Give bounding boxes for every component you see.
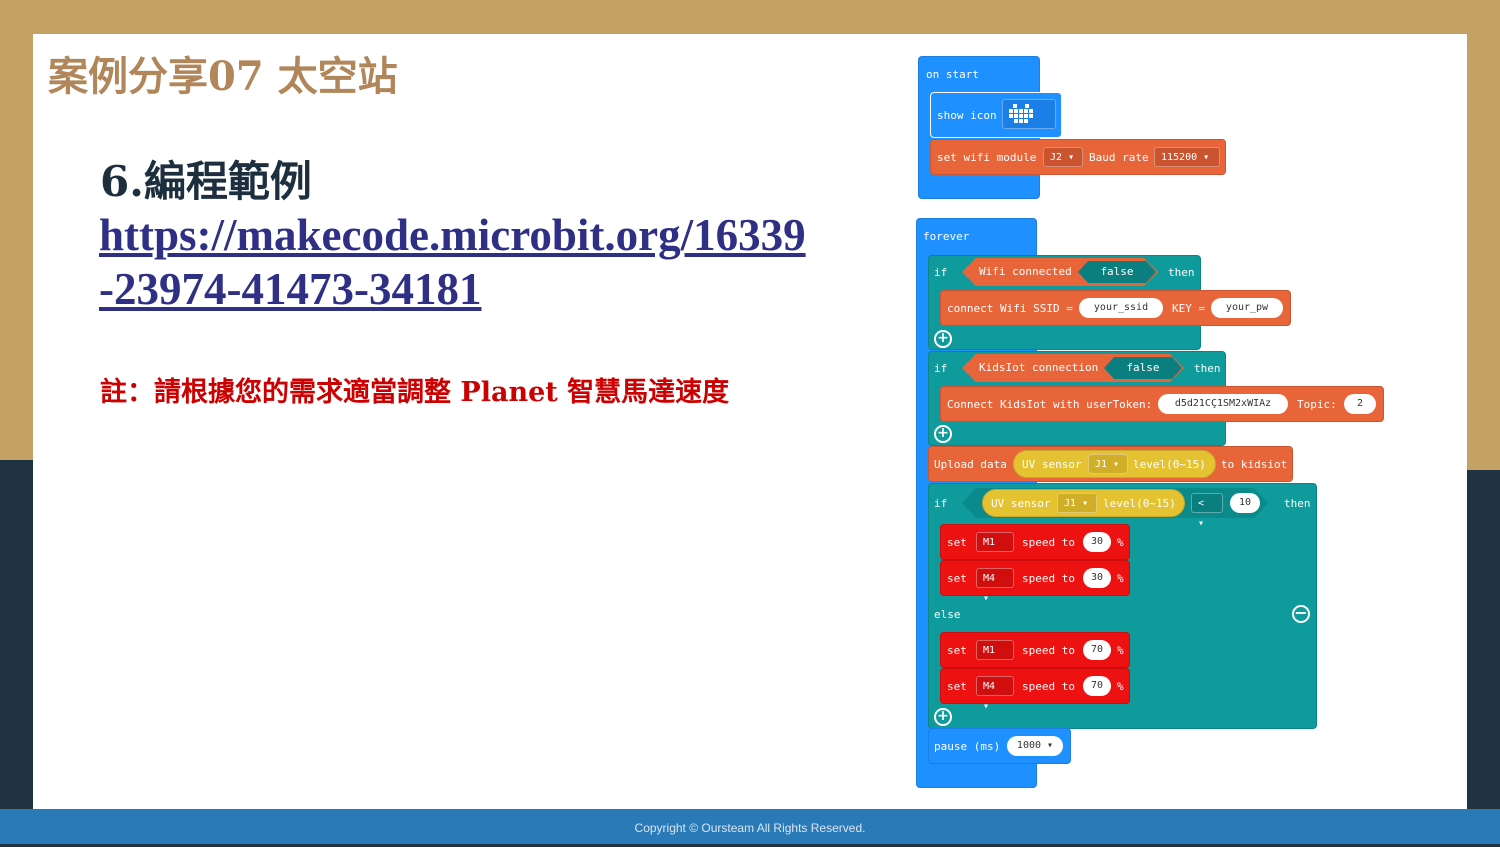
uv-port-dropdown-2[interactable]: J1 ▾	[1057, 493, 1097, 513]
set-label: set	[947, 536, 967, 549]
false-value-2[interactable]: false	[1104, 357, 1182, 379]
speed-to-label: speed to	[1022, 572, 1075, 585]
show-icon-label: show icon	[937, 109, 997, 122]
connect-wifi-label: connect Wifi SSID =	[947, 302, 1073, 315]
then-label: then	[1284, 497, 1311, 510]
forever-label: forever	[923, 230, 970, 243]
percent-label: %	[1117, 680, 1124, 693]
adjust-note: 註：請根據您的需求適當調整 Planet 智慧馬達速度	[100, 377, 730, 408]
key-label: KEY =	[1172, 302, 1206, 315]
topic-input[interactable]: 2	[1344, 394, 1376, 414]
percent-label: %	[1117, 572, 1124, 585]
wifi-port-dropdown[interactable]: J2 ▾	[1043, 147, 1083, 167]
add-else-icon[interactable]: +	[934, 708, 952, 726]
speed-input[interactable]: 30	[1083, 532, 1111, 552]
speed-input[interactable]: 70	[1083, 676, 1111, 696]
speed-input[interactable]: 30	[1083, 568, 1111, 588]
remove-else-icon[interactable]: −	[1292, 605, 1310, 623]
set-label: set	[947, 644, 967, 657]
if-label: if	[934, 497, 948, 510]
percent-label: %	[1117, 644, 1124, 657]
then-label: then	[1194, 362, 1221, 375]
speed-to-label: speed to	[1022, 536, 1075, 549]
pause-dropdown[interactable]: 1000 ▾	[1007, 736, 1063, 756]
set-label: set	[947, 680, 967, 693]
ssid-input[interactable]: your_ssid	[1079, 298, 1163, 318]
if-label: if	[934, 266, 948, 279]
add-else-icon[interactable]: +	[934, 330, 952, 348]
then-label: then	[1168, 266, 1195, 279]
speed-to-label: speed to	[1022, 680, 1075, 693]
speed-input[interactable]: 70	[1083, 640, 1111, 660]
topic-label: Topic:	[1297, 398, 1337, 411]
wifi-connected-label: Wifi connected	[979, 265, 1072, 278]
set-label: set	[947, 572, 967, 585]
uv-sensor-label: UV sensor	[1022, 458, 1082, 471]
uv-level-label: level(0~15)	[1133, 458, 1206, 471]
baud-label: Baud rate	[1089, 151, 1149, 164]
motor-dropdown-m4[interactable]: M4 ▾	[976, 676, 1014, 712]
slide-title: 案例分享07 太空站	[48, 53, 398, 100]
motor-dropdown-m1[interactable]: M1 ▾	[976, 640, 1014, 676]
uv-level-label: level(0~15)	[1103, 497, 1176, 510]
motor-dropdown-m1[interactable]: M1 ▾	[976, 532, 1014, 568]
uv-port-dropdown-1[interactable]: J1 ▾	[1088, 454, 1128, 474]
set-wifi-label: set wifi module	[937, 151, 1037, 164]
makecode-link[interactable]: https://makecode.microbit.org/16339-2397…	[99, 208, 819, 316]
footer-copyright: Copyright © Oursteam All Rights Reserved…	[0, 809, 1500, 844]
motor-dropdown-m4[interactable]: M4 ▾	[976, 568, 1014, 604]
kidsiot-connection-label: KidsIot connection	[979, 361, 1099, 374]
pause-label: pause (ms)	[934, 740, 1001, 753]
token-input[interactable]: d5d21CÇ1SM2xWIAz	[1158, 394, 1288, 414]
add-else-icon[interactable]: +	[934, 425, 952, 443]
false-value-1[interactable]: false	[1078, 261, 1156, 283]
section-heading: 6.編程範例	[100, 157, 312, 206]
else-label: else	[934, 608, 961, 621]
to-kidsiot-label: to kidsiot	[1221, 458, 1288, 471]
connect-kidsiot-label: Connect KidsIot with userToken:	[947, 398, 1153, 411]
baud-dropdown[interactable]: 115200 ▾	[1154, 147, 1220, 167]
if-label: if	[934, 362, 948, 375]
heart-icon[interactable]: ▾	[1002, 99, 1056, 150]
compare-operator-dropdown[interactable]: < ▾	[1191, 493, 1223, 529]
speed-to-label: speed to	[1022, 644, 1075, 657]
upload-label: Upload data	[934, 458, 1007, 471]
password-input[interactable]: your_pw	[1211, 298, 1283, 318]
threshold-input[interactable]: 10	[1230, 493, 1260, 513]
on-start-label: on start	[926, 68, 979, 81]
percent-label: %	[1117, 536, 1124, 549]
uv-sensor-label: UV sensor	[991, 497, 1051, 510]
